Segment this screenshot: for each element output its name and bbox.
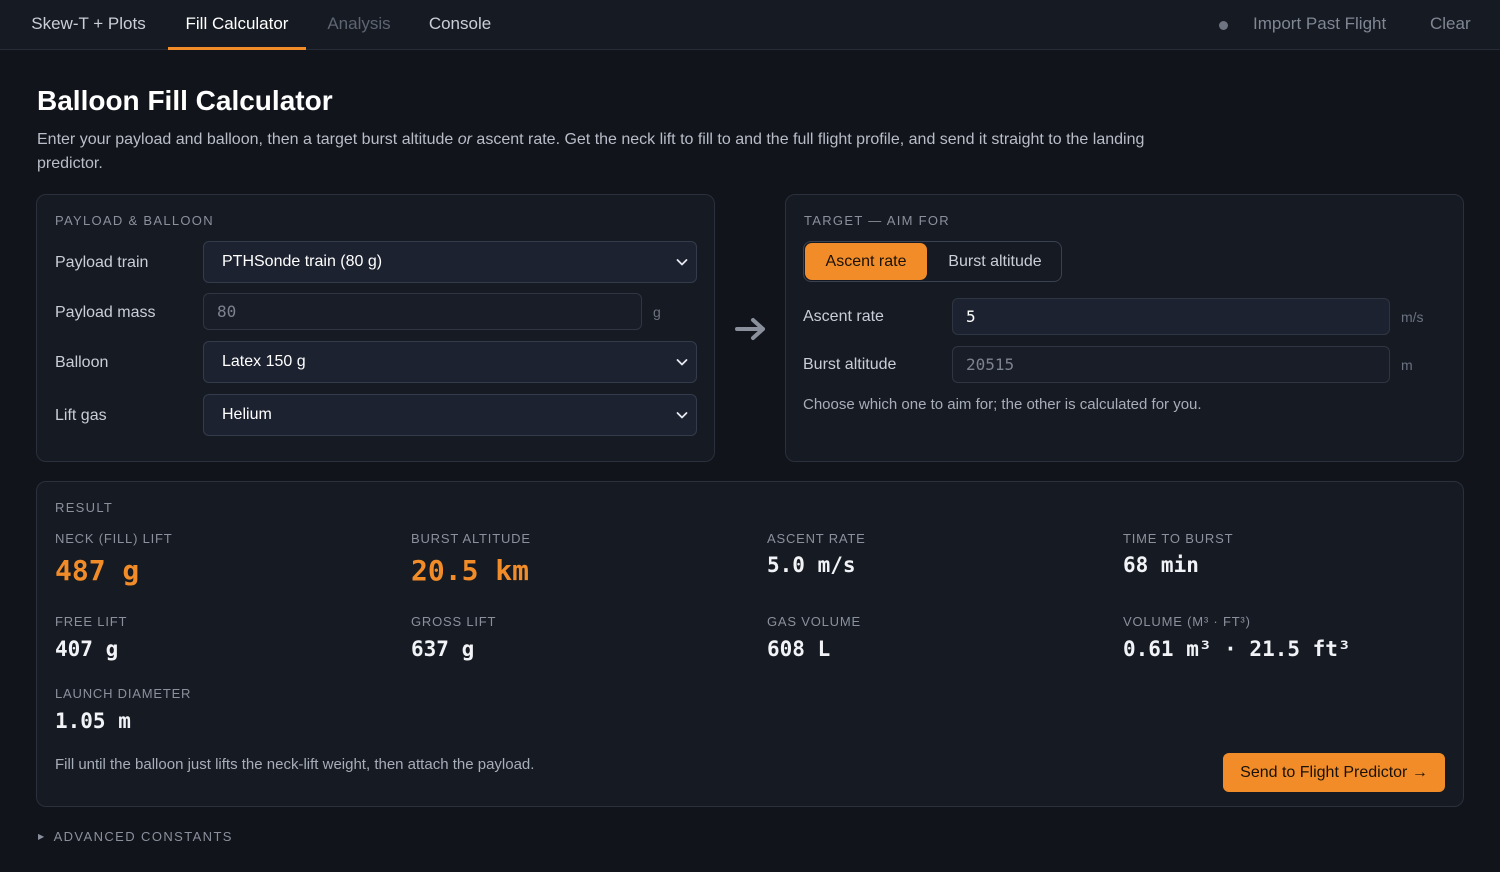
burst-altitude-field[interactable]: 20515 [952, 346, 1390, 383]
advanced-constants-label: Advanced constants [53, 829, 233, 844]
page-title: Balloon Fill Calculator [37, 85, 333, 116]
payload-mass-label: Payload mass [55, 304, 156, 321]
balloon-select[interactable]: Latex 150 g [203, 341, 697, 383]
neck-lift-value: 487 g [55, 554, 140, 587]
description-emphasis: or [457, 131, 472, 148]
gross-lift-label: Gross lift [411, 614, 497, 629]
gas-volume-value: 608 L [767, 637, 831, 661]
ascent-rate-toggle-button[interactable]: Ascent rate [805, 243, 927, 280]
chevron-down-icon [676, 359, 688, 366]
lift-gas-label: Lift gas [55, 407, 107, 424]
target-mode-toggle: Ascent rate Burst altitude [803, 241, 1062, 282]
balloon-label: Balloon [55, 354, 109, 371]
advanced-constants-toggle[interactable]: ▶ Advanced constants [38, 829, 233, 844]
lift-gas-select[interactable]: Helium [203, 394, 697, 436]
burst-altitude-result-label: Burst altitude [411, 531, 531, 546]
time-to-burst-label: Time to burst [1123, 531, 1234, 546]
chevron-down-icon [676, 412, 688, 419]
target-hint: Choose which one to aim for; the other i… [803, 396, 1202, 413]
card-title: Result [55, 500, 114, 515]
payload-train-label: Payload train [55, 254, 149, 271]
import-past-flight-link[interactable]: Import Past Flight [1253, 14, 1386, 34]
description-text: Enter your payload and balloon, then a t… [37, 131, 458, 148]
chevron-down-icon [676, 259, 688, 266]
status-dot-icon [1219, 21, 1228, 30]
tab-skew-t-plots[interactable]: Skew-T + Plots [21, 0, 156, 50]
ascent-rate-result-value: 5.0 m/s [767, 553, 856, 577]
payload-mass-unit: g [653, 304, 661, 320]
free-lift-value: 407 g [55, 637, 119, 661]
top-nav-bar: Skew-T + Plots Fill Calculator Analysis … [0, 0, 1500, 50]
ascent-rate-unit: m/s [1401, 309, 1424, 325]
ascent-rate-result-label: Ascent rate [767, 531, 866, 546]
card-title: Payload & Balloon [55, 213, 214, 228]
ascent-rate-label: Ascent rate [803, 308, 884, 325]
send-to-flight-predictor-button[interactable]: Send to Flight Predictor → [1223, 753, 1445, 792]
tab-console[interactable]: Console [419, 0, 501, 50]
free-lift-label: Free lift [55, 614, 128, 629]
burst-altitude-result-value: 20.5 km [411, 554, 530, 587]
payload-train-value: PTHSonde train (80 g) [222, 253, 383, 270]
lift-gas-value: Helium [222, 406, 272, 423]
balloon-value: Latex 150 g [222, 353, 306, 370]
gross-lift-value: 637 g [411, 637, 475, 661]
launch-diameter-value: 1.05 m [55, 709, 131, 733]
payload-mass-field[interactable]: 80 [203, 293, 642, 330]
launch-diameter-label: Launch diameter [55, 686, 192, 701]
volume-label: Volume (m³ · ft³) [1123, 614, 1251, 629]
fill-instruction-note: Fill until the balloon just lifts the ne… [55, 756, 535, 773]
neck-lift-label: Neck (fill) lift [55, 531, 173, 546]
gas-volume-label: Gas volume [767, 614, 861, 629]
arrow-right-icon [735, 318, 765, 340]
payload-balloon-card: Payload & Balloon Payload train PTHSonde… [36, 194, 715, 462]
burst-altitude-label: Burst altitude [803, 356, 897, 373]
burst-altitude-unit: m [1401, 357, 1413, 373]
volume-value: 0.61 m³ · 21.5 ft³ [1123, 637, 1351, 661]
tab-fill-calculator[interactable]: Fill Calculator [168, 0, 306, 50]
clear-link[interactable]: Clear [1430, 14, 1471, 34]
time-to-burst-value: 68 min [1123, 553, 1199, 577]
tab-analysis[interactable]: Analysis [318, 0, 400, 50]
page-description: Enter your payload and balloon, then a t… [37, 128, 1197, 176]
card-title: Target — aim for [804, 213, 950, 228]
payload-train-select[interactable]: PTHSonde train (80 g) [203, 241, 697, 283]
burst-altitude-toggle-button[interactable]: Burst altitude [930, 243, 1060, 280]
ascent-rate-field[interactable]: 5 [952, 298, 1390, 335]
triangle-right-icon: ▶ [38, 832, 46, 841]
